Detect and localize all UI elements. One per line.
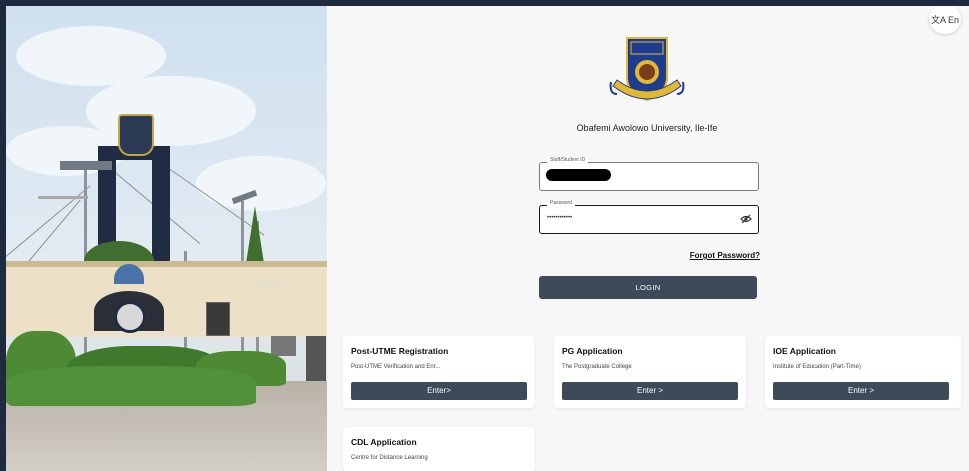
card-description: Post-UTME Verification and Enr... bbox=[351, 364, 441, 370]
forgot-password-link[interactable]: Forgot Password? bbox=[658, 251, 760, 260]
pg-application-card: PG Application The Postgraduate College … bbox=[554, 336, 746, 408]
ioe-enter-button[interactable]: Enter > bbox=[773, 382, 949, 400]
eye-slash-icon[interactable] bbox=[740, 213, 752, 225]
language-toggle-button[interactable]: 文A En bbox=[929, 6, 961, 34]
card-description: Centre for Distance Learning bbox=[351, 455, 428, 461]
card-title: PG Application bbox=[562, 346, 623, 356]
id-field-label: Staff/Student ID bbox=[547, 157, 589, 163]
post-utme-enter-button[interactable]: Enter> bbox=[351, 382, 527, 400]
translate-icon: 文A En bbox=[930, 14, 959, 25]
post-utme-card: Post-UTME Registration Post-UTME Verific… bbox=[343, 336, 535, 408]
card-title: CDL Application bbox=[351, 437, 417, 447]
card-description: Institute of Education (Part-Time) bbox=[773, 364, 861, 370]
password-value: •••••••••••• bbox=[547, 215, 573, 221]
card-description: The Postgraduate College bbox=[562, 364, 632, 370]
ioe-application-card: IOE Application Institute of Education (… bbox=[765, 336, 961, 408]
login-button[interactable]: LOGIN bbox=[539, 276, 757, 299]
pg-enter-button[interactable]: Enter > bbox=[562, 382, 738, 400]
password-field-label: Password bbox=[547, 200, 575, 206]
campus-photo bbox=[6, 6, 327, 471]
card-title: Post-UTME Registration bbox=[351, 346, 449, 356]
redacted-id-value bbox=[546, 169, 611, 181]
cdl-application-card: CDL Application Centre for Distance Lear… bbox=[343, 427, 535, 471]
app-window: 文A En Obafemi Awolowo University, Ile-If… bbox=[6, 6, 969, 471]
card-title: IOE Application bbox=[773, 346, 836, 356]
university-name: Obafemi Awolowo University, Ile-Ife bbox=[576, 123, 718, 133]
university-logo bbox=[609, 37, 685, 102]
staff-student-id-field[interactable]: Staff/Student ID bbox=[539, 157, 759, 191]
password-field[interactable]: Password •••••••••••• bbox=[539, 200, 759, 234]
